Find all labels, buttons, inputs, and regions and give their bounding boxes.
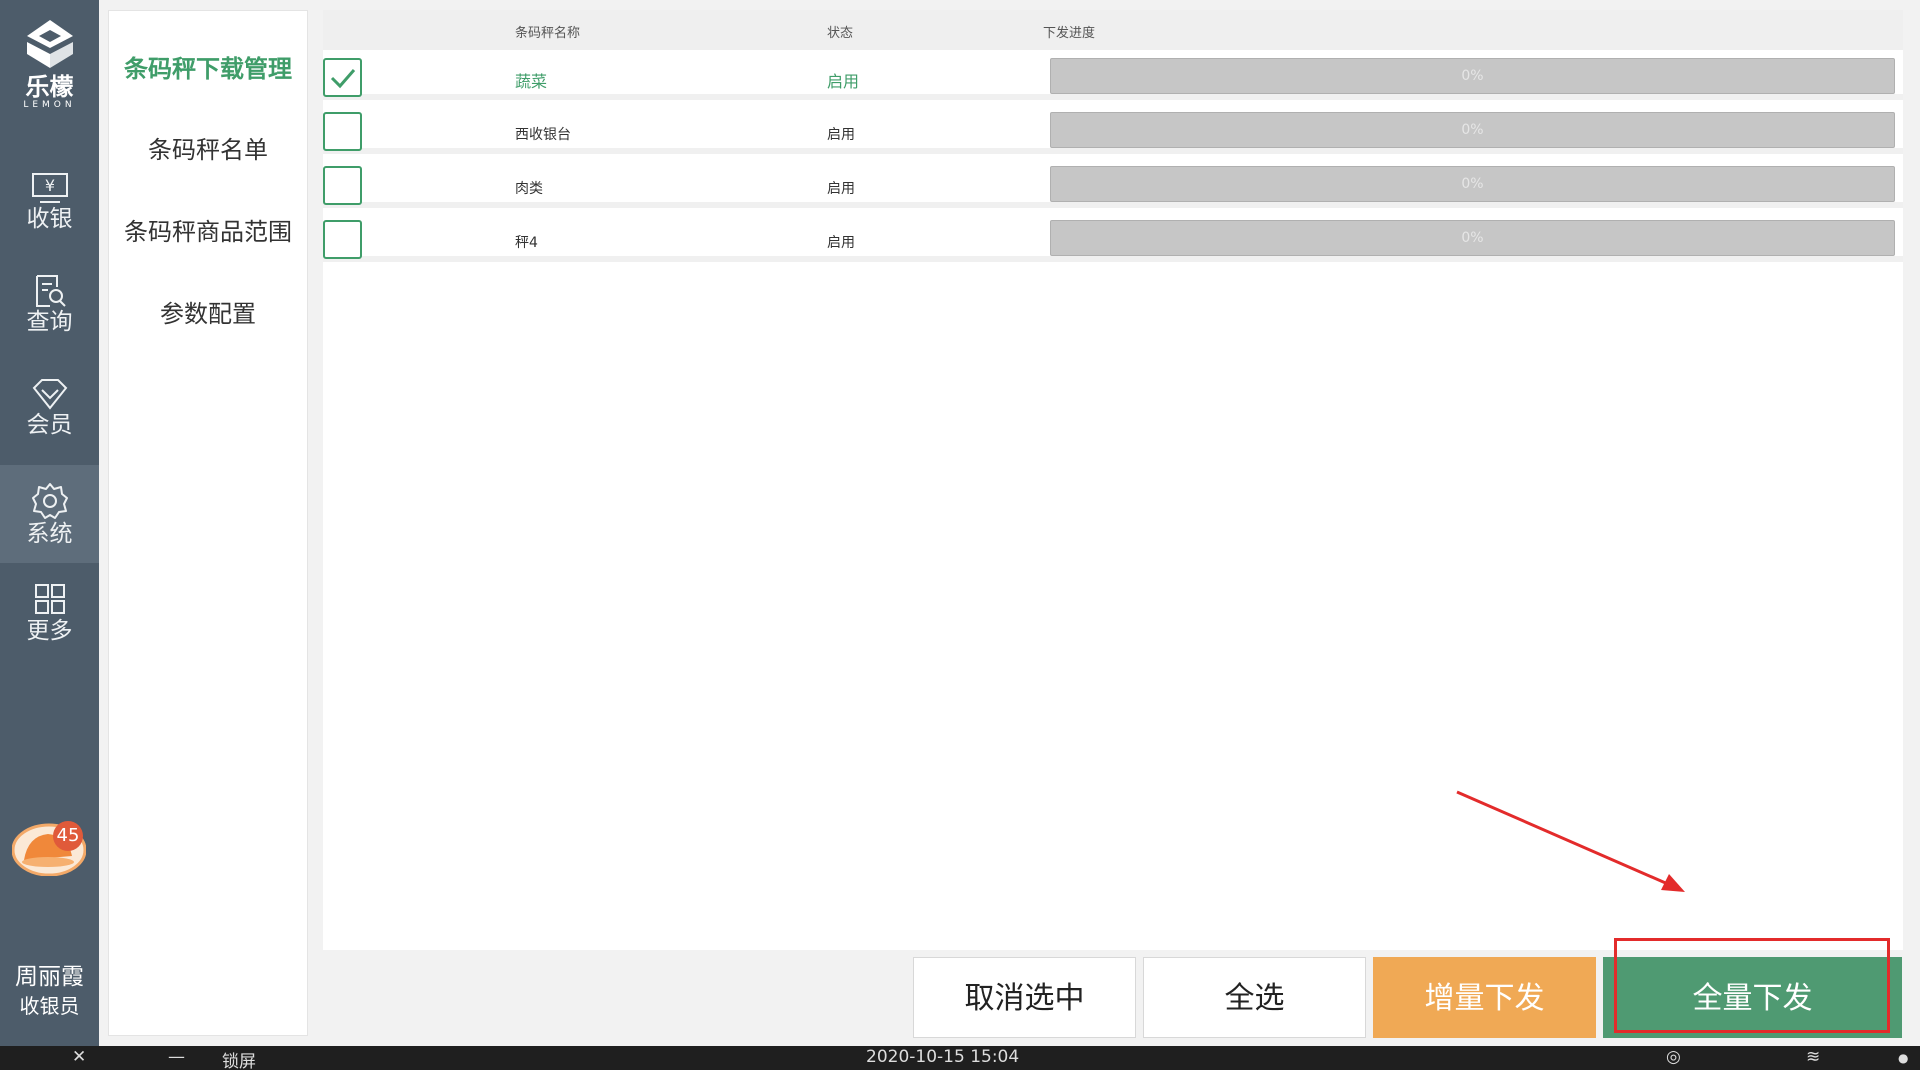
cashier-icon: ¥ xyxy=(31,173,68,203)
nav-item-query[interactable]: 查询 xyxy=(0,273,99,371)
grid-icon xyxy=(34,584,65,614)
progress-bar: 0% xyxy=(1050,220,1895,256)
row-checkbox[interactable] xyxy=(323,112,362,151)
status-dot-icon: ● xyxy=(1898,1051,1909,1065)
globe-icon: ◎ xyxy=(1666,1047,1681,1067)
nav-label-more: 更多 xyxy=(26,618,73,644)
progress-bar: 0% xyxy=(1050,112,1895,148)
minimize-icon[interactable]: — xyxy=(168,1047,185,1067)
nav-item-member[interactable]: 会员 xyxy=(0,376,99,474)
highlight-box xyxy=(1614,938,1890,1033)
left-nav: 乐檬 LEMON ¥ 收银 查询 会员 系统 更多 45 周丽霞 收银员 xyxy=(0,0,99,1046)
nav-label-query: 查询 xyxy=(26,309,73,335)
progress-bar: 0% xyxy=(1050,166,1895,202)
progress-bar: 0% xyxy=(1050,58,1895,94)
cell-status: 启用 xyxy=(827,181,855,197)
select-all-button[interactable]: 全选 xyxy=(1143,957,1366,1038)
datetime: 2020-10-15 15:04 xyxy=(866,1047,1020,1067)
system-submenu: 条码秤下载管理 条码秤名单 条码秤商品范围 参数配置 xyxy=(108,10,308,1036)
row-checkbox[interactable] xyxy=(323,220,362,259)
wifi-icon: ≋ xyxy=(1806,1047,1821,1067)
table-row[interactable]: 秤4 启用 0% xyxy=(323,214,1903,262)
nav-item-cashier[interactable]: ¥ 收银 xyxy=(0,170,99,268)
search-doc-icon xyxy=(35,275,66,307)
table-row[interactable]: 西收银台 启用 0% xyxy=(323,106,1903,154)
app-window: 乐檬 LEMON ¥ 收银 查询 会员 系统 更多 45 周丽霞 收银员 条码秤… xyxy=(0,0,1920,1070)
cell-status: 启用 xyxy=(827,72,860,91)
table-row[interactable]: 肉类 启用 0% xyxy=(323,160,1903,208)
cell-status: 启用 xyxy=(827,127,855,143)
cell-name: 西收银台 xyxy=(515,127,571,143)
cell-name: 秤4 xyxy=(515,235,538,251)
cell-name: 蔬菜 xyxy=(515,72,548,91)
submenu-scale-product-range[interactable]: 条码秤商品范围 xyxy=(109,212,307,247)
row-checkbox[interactable] xyxy=(323,166,362,205)
brand-name: 乐檬 xyxy=(25,73,74,101)
lemon-logo-icon xyxy=(26,20,73,68)
close-icon[interactable]: ✕ xyxy=(72,1047,86,1067)
notification-badge: 45 xyxy=(53,821,83,851)
nav-label-cashier: 收银 xyxy=(26,206,73,232)
submenu-scale-list[interactable]: 条码秤名单 xyxy=(109,130,307,165)
col-header-progress: 下发进度 xyxy=(1043,26,1096,41)
col-header-status: 状态 xyxy=(827,26,854,41)
brand-logo: 乐檬 LEMON xyxy=(0,18,99,110)
nav-item-system[interactable]: 系统 xyxy=(0,465,99,563)
cell-name: 肉类 xyxy=(515,181,543,197)
brand-sub: LEMON xyxy=(23,100,76,110)
user-name: 周丽霞 xyxy=(15,964,84,990)
submenu-params-config[interactable]: 参数配置 xyxy=(109,294,307,329)
member-diamond-icon xyxy=(32,379,67,410)
lock-screen-button[interactable]: 锁屏 xyxy=(222,1047,256,1070)
checkmark-icon xyxy=(330,69,356,89)
table-row[interactable]: 蔬菜 启用 0% xyxy=(323,52,1903,100)
deselect-button[interactable]: 取消选中 xyxy=(913,957,1136,1038)
row-checkbox-checked[interactable] xyxy=(323,58,362,97)
nav-label-system: 系统 xyxy=(26,521,73,547)
gear-icon xyxy=(31,483,68,519)
cell-status: 启用 xyxy=(827,235,855,251)
status-bar: ✕ — 锁屏 2020-10-15 15:04 ◎ ≋ ● xyxy=(0,1046,1920,1070)
nav-item-more[interactable]: 更多 xyxy=(0,582,99,680)
annotation-arrow-icon xyxy=(1456,790,1685,892)
user-role: 收银员 xyxy=(19,994,80,1018)
submenu-scale-download[interactable]: 条码秤下载管理 xyxy=(109,49,307,84)
svg-text:¥: ¥ xyxy=(44,176,54,195)
nav-label-member: 会员 xyxy=(26,412,73,438)
col-header-name: 条码秤名称 xyxy=(515,26,581,41)
table-header: 条码秤名称 状态 下发进度 xyxy=(323,10,1903,50)
incremental-push-button[interactable]: 增量下发 xyxy=(1373,957,1596,1038)
